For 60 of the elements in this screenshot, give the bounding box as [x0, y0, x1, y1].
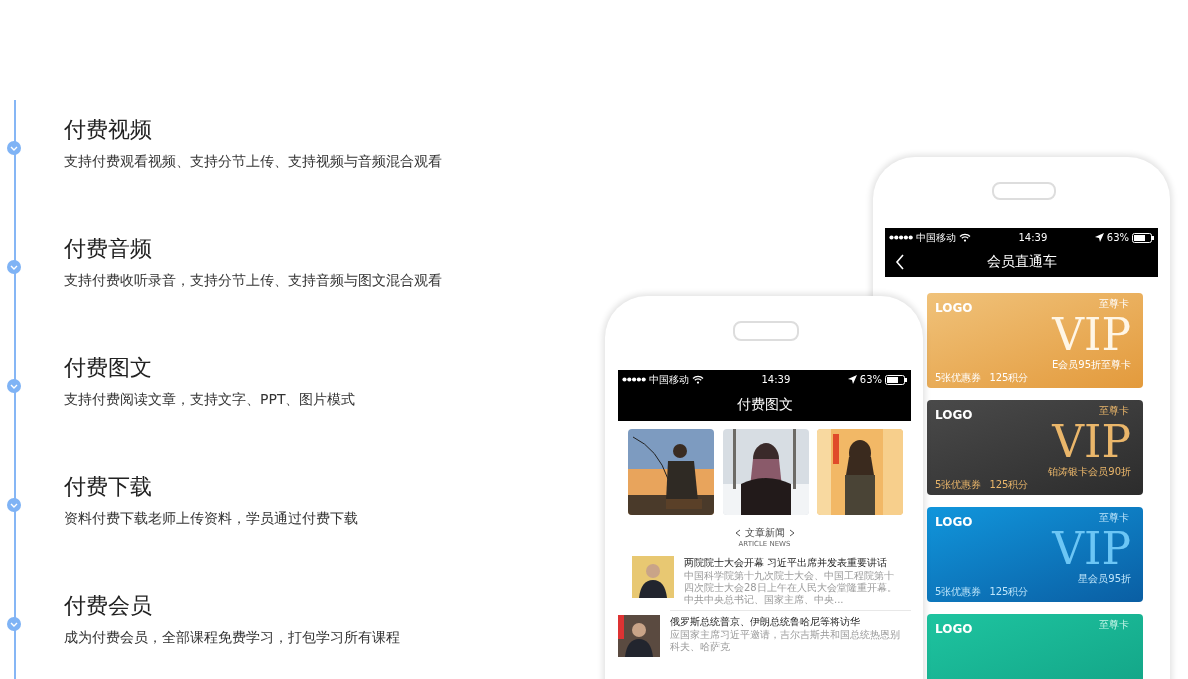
- wifi-icon: [692, 375, 704, 384]
- battery-percent: 63%: [859, 374, 882, 385]
- tier-label: 至尊卡: [1099, 619, 1129, 631]
- tier-label: 至尊卡: [1099, 405, 1129, 417]
- screen-title: 付费图文: [736, 396, 793, 414]
- vip-label: VIP: [1052, 420, 1131, 464]
- news-item[interactable]: 俄罗斯总统普京、伊朗总统鲁哈尼等将访华 应国家主席习近平邀请，吉尔吉斯共和国总统热恩别科夫、哈萨克: [670, 610, 911, 661]
- wifi-icon: [959, 233, 971, 242]
- battery-icon: [1132, 232, 1154, 243]
- vip-label: VIP: [1052, 527, 1131, 571]
- battery-icon: [885, 374, 907, 385]
- vip-label: VIP: [1052, 313, 1131, 357]
- perk-text: 星会员95折: [1078, 573, 1131, 585]
- carrier-name: 中国移动: [916, 230, 956, 245]
- feature-description: 资料付费下载老师上传资料，学员通过付费下载: [64, 509, 359, 528]
- news-title: 俄罗斯总统普京、伊朗总统鲁哈尼等将访华: [670, 615, 861, 628]
- speaker-icon: [733, 321, 799, 341]
- feature-description: 成为付费会员，全部课程免费学习，打包学习所有课程: [64, 628, 401, 647]
- feature-description: 支持付费阅读文章，支持文字、PPT、图片模式: [64, 390, 357, 409]
- tier-label: 至尊卡: [1099, 298, 1129, 310]
- feature-title: 付费下载: [64, 473, 153, 501]
- feature-description: 支持付费观看视频、支持分节上传、支持视频与音频混合观看: [64, 152, 443, 171]
- logo-text: LOGO: [935, 408, 973, 422]
- coupon-count: 5张优惠券: [935, 372, 982, 384]
- logo-text: LOGO: [935, 301, 973, 315]
- points-count: 125积分: [989, 586, 1029, 598]
- location-arrow-icon: [1094, 233, 1104, 242]
- status-time: 14:39: [761, 374, 791, 385]
- signal-icon: [622, 377, 646, 382]
- carrier-name: 中国移动: [649, 372, 689, 387]
- feature-title: 付费视频: [64, 116, 153, 144]
- location-arrow-icon: [847, 375, 857, 384]
- back-icon[interactable]: [895, 254, 905, 270]
- battery-percent: 63%: [1106, 232, 1129, 243]
- chevron-left-icon: [734, 529, 741, 537]
- news-summary: 应国家主席习近平邀请，吉尔吉斯共和国总统热恩别科夫、哈萨克: [670, 629, 901, 653]
- news-summary: 中国科学院第十九次院士大会、中国工程院第十四次院士大会28日上午在人民大会堂隆重开幕。中共中央总书记、国家主席、中央...: [684, 570, 898, 606]
- membership-card[interactable]: LOGO 至尊卡 VIP 星会员95折 5张优惠券 125积分: [927, 507, 1143, 602]
- perk-text: E会员95折至尊卡: [1051, 359, 1131, 371]
- coupon-count: 5张优惠券: [935, 479, 982, 491]
- coupon-count: 5张优惠券: [935, 586, 982, 598]
- news-item[interactable]: 两院院士大会开幕 习近平出席并发表重要讲话 中国科学院第十九次院士大会、中国工程院第十四次院士大会28日上午在人民大会堂隆重开幕。中共中央总书记、国家主席、中央...: [618, 552, 911, 610]
- logo-text: LOGO: [935, 622, 973, 636]
- logo-text: LOGO: [935, 515, 973, 529]
- screen-title: 会员直通车: [986, 253, 1057, 271]
- tier-label: 至尊卡: [1099, 512, 1129, 524]
- speaker-icon: [991, 182, 1056, 200]
- feature-title: 付费图文: [64, 354, 153, 382]
- feature-description: 支持付费收听录音，支持分节上传、支持音频与图文混合观看: [64, 271, 443, 290]
- status-time: 14:39: [1018, 232, 1048, 243]
- points-count: 125积分: [989, 479, 1029, 491]
- section-title: 文章新闻: [744, 527, 785, 539]
- feature-title: 付费会员: [64, 592, 153, 620]
- news-title: 两院院士大会开幕 习近平出席并发表重要讲话: [684, 556, 889, 569]
- points-count: 125积分: [989, 372, 1029, 384]
- feature-title: 付费音频: [64, 235, 153, 263]
- membership-card[interactable]: LOGO 至尊卡 VIP 铂涛银卡会员90折 5张优惠券 125积分: [927, 400, 1143, 495]
- chevron-right-icon: [788, 529, 795, 537]
- perk-text: 铂涛银卡会员90折: [1048, 466, 1131, 478]
- signal-icon: [889, 235, 913, 240]
